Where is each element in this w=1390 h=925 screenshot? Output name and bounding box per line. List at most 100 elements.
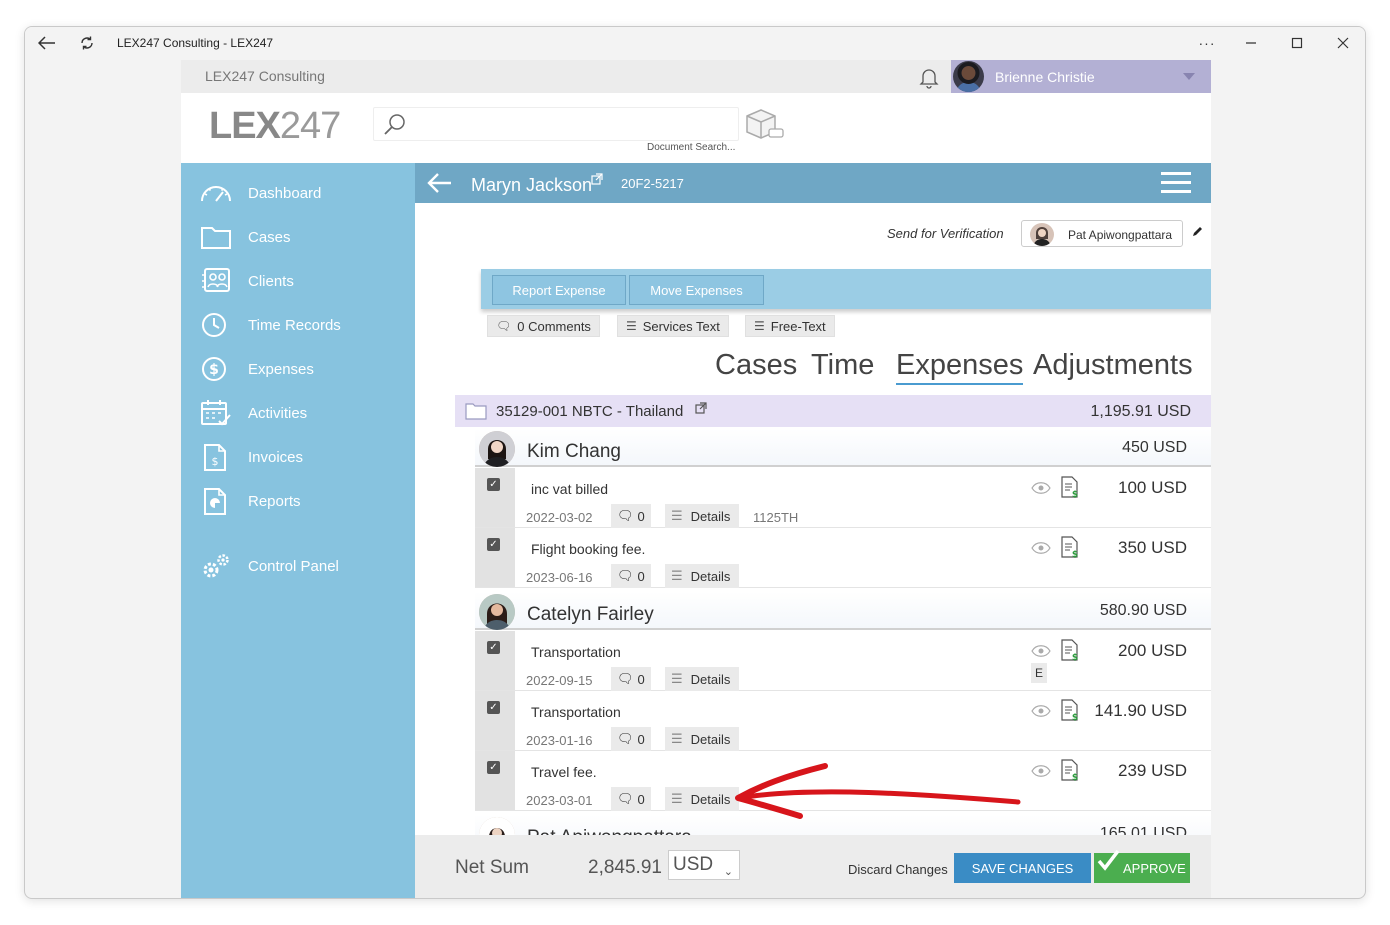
checkbox[interactable]: ✓ <box>487 641 500 654</box>
client-name[interactable]: Maryn Jackson <box>471 175 592 196</box>
comments-button[interactable]: 🗨 0 <box>611 787 651 811</box>
checkbox[interactable]: ✓ <box>487 761 500 774</box>
report-expense-button[interactable]: Report Expense <box>492 275 626 305</box>
details-button[interactable]: ☰ Details <box>665 787 739 811</box>
arrow-left-icon[interactable] <box>425 169 455 197</box>
discard-changes-link[interactable]: Discard Changes <box>848 862 948 877</box>
sidebar-item-label: Reports <box>248 493 301 510</box>
maximize-button[interactable] <box>1277 27 1317 59</box>
comment-icon: 🗨 <box>617 671 634 686</box>
person-sum: 580.90 USD <box>1099 602 1187 619</box>
user-avatar-icon <box>1033 227 1051 246</box>
person-name: Catelyn Fairley <box>527 604 654 625</box>
approve-button[interactable]: APPROVE <box>1094 849 1190 883</box>
comments-button[interactable]: 🗨 0 <box>611 564 651 588</box>
sidebar-item-cases[interactable]: Cases <box>181 217 415 257</box>
document-search-label: Document Search... <box>647 142 736 153</box>
back-button[interactable] <box>27 27 67 59</box>
comment-icon: 🗨 <box>496 319 512 333</box>
invoice-doc-icon[interactable]: $ <box>1060 536 1080 558</box>
expense-description: Flight booking fee. <box>531 541 646 557</box>
sidebar-item-time-records[interactable]: Time Records <box>181 305 415 345</box>
comments-button[interactable]: 🗨 0 <box>611 504 651 528</box>
list-icon: ☰ <box>671 508 683 523</box>
checkbox[interactable]: ✓ <box>487 538 500 551</box>
save-changes-button[interactable]: SAVE CHANGES <box>954 853 1091 883</box>
comments-button[interactable]: 🗨 0 <box>611 727 651 751</box>
details-button[interactable]: ☰ Details <box>665 564 739 588</box>
sidebar-item-activities[interactable]: Activities <box>181 393 415 433</box>
user-menu[interactable]: Brienne Christie <box>951 60 1211 93</box>
minimize-button[interactable] <box>1231 27 1271 59</box>
chevron-down-icon: ⌄ <box>723 866 733 878</box>
svg-text:$: $ <box>212 455 219 468</box>
person-row: Kim Chang 450 USD <box>475 429 1211 467</box>
sidebar-item-dashboard[interactable]: Dashboard <box>181 173 415 213</box>
invoice-doc-icon[interactable]: $ <box>1060 476 1080 498</box>
move-expenses-button[interactable]: Move Expenses <box>629 275 764 305</box>
tab-adjustments[interactable]: Adjustments <box>1033 349 1193 382</box>
expense-description: Transportation <box>531 704 621 720</box>
sidebar-item-control-panel[interactable]: Control Panel <box>181 546 415 586</box>
client-header: Maryn Jackson 20F2-5217 <box>415 163 1211 203</box>
expense-description: Travel fee. <box>531 764 597 780</box>
user-name: Brienne Christie <box>995 69 1095 85</box>
eye-icon[interactable] <box>1031 764 1051 778</box>
case-group-header[interactable]: 35129-001 NBTC - Thailand 1,195.91 USD <box>455 395 1211 427</box>
invoice-doc-icon[interactable]: $ <box>1060 759 1080 781</box>
eye-icon[interactable] <box>1031 644 1051 658</box>
sidebar-item-clients[interactable]: Clients <box>181 261 415 301</box>
titlebar: LEX247 Consulting - LEX247 ··· <box>25 27 1365 59</box>
chevron-down-icon <box>1183 73 1195 80</box>
currency-select[interactable]: USD ⌄ <box>668 850 740 880</box>
case-title: 35129-001 NBTC - Thailand <box>496 403 684 420</box>
sidebar-item-label: Expenses <box>248 361 314 378</box>
expense-description: Transportation <box>531 644 621 660</box>
sidebar-item-label: Invoices <box>248 449 304 466</box>
report-icon <box>204 488 226 515</box>
case-code: 20F2-5217 <box>621 176 684 191</box>
refresh-button[interactable] <box>67 27 107 59</box>
close-icon <box>1337 37 1349 49</box>
pencil-icon[interactable] <box>1191 226 1203 238</box>
sidebar-item-label: Control Panel <box>248 558 339 575</box>
details-button[interactable]: ☰ Details <box>665 667 739 691</box>
contacts-icon <box>202 268 230 292</box>
verifier-select[interactable]: Pat Apiwongpattara <box>1021 220 1183 247</box>
details-button[interactable]: ☰ Details <box>665 504 739 528</box>
tab-time[interactable]: Time <box>811 349 874 382</box>
invoice-doc-icon[interactable]: $ <box>1060 699 1080 721</box>
expense-date: 2023-03-01 <box>526 793 593 808</box>
eye-icon[interactable] <box>1031 541 1051 555</box>
comments-button[interactable]: 🗨 0 <box>611 667 651 691</box>
package-icon[interactable] <box>743 107 785 141</box>
action-bar: Report Expense Move Expenses <box>481 269 1211 309</box>
free-text-chip[interactable]: ☰ Free-Text <box>745 315 835 337</box>
eye-icon[interactable] <box>1031 704 1051 718</box>
tab-cases[interactable]: Cases <box>715 349 797 382</box>
sidebar-item-expenses[interactable]: $ Expenses <box>181 349 415 389</box>
expense-amount: 100 USD <box>1118 478 1187 497</box>
sidebar-item-invoices[interactable]: $ Invoices <box>181 437 415 477</box>
external-link-icon[interactable] <box>591 173 603 185</box>
sidebar-item-reports[interactable]: Reports <box>181 481 415 521</box>
eye-icon[interactable] <box>1031 481 1051 495</box>
checkbox[interactable]: ✓ <box>487 478 500 491</box>
expense-amount: 239 USD <box>1118 761 1187 780</box>
details-button[interactable]: ☰ Details <box>665 727 739 751</box>
arrow-left-icon <box>38 36 55 50</box>
menu-icon[interactable] <box>1161 172 1191 194</box>
checkbox[interactable]: ✓ <box>487 701 500 714</box>
tab-expenses[interactable]: Expenses <box>896 349 1024 385</box>
bell-icon[interactable] <box>917 65 941 89</box>
list-icon: ☰ <box>671 671 683 686</box>
logo: LEX247 <box>209 105 341 147</box>
invoice-doc-icon[interactable]: $ <box>1060 639 1080 661</box>
close-button[interactable] <box>1323 27 1363 59</box>
more-button[interactable]: ··· <box>1187 27 1227 59</box>
search-input[interactable] <box>414 110 734 138</box>
folder-icon <box>465 403 487 420</box>
comments-chip[interactable]: 🗨 0 Comments <box>487 315 600 337</box>
services-text-chip[interactable]: ☰ Services Text <box>617 315 729 337</box>
external-link-icon[interactable] <box>695 402 707 414</box>
